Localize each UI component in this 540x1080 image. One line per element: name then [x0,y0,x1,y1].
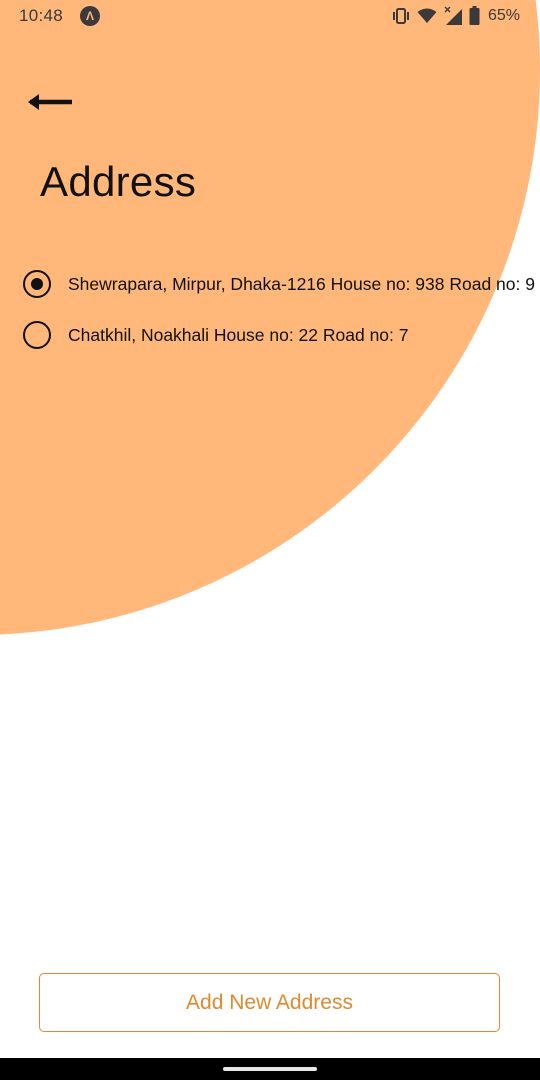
address-label: Chatkhil, Noakhali House no: 22 Road no:… [68,324,409,345]
arrow-left-icon [28,94,72,110]
app-notification-icon: Λ [80,6,100,26]
signal-icon [443,6,463,26]
status-time: 10:48 [19,6,64,25]
status-bar: 10:48 Λ 65% [0,0,540,34]
add-new-address-button[interactable]: Add New Address [39,973,500,1032]
home-indicator[interactable] [223,1067,317,1071]
address-option[interactable]: Shewrapara, Mirpur, Dhaka-1216 House no:… [23,262,540,306]
back-button[interactable] [22,84,78,120]
navigation-bar [0,1058,540,1080]
page-title: Address [40,158,197,205]
wifi-icon [417,7,437,25]
status-icons: 65% [391,5,520,27]
radio-selected-icon[interactable] [23,270,51,298]
vibrate-icon [391,7,411,25]
battery-icon [469,6,480,26]
battery-percent: 65% [487,7,520,24]
address-screen: 10:48 Λ 65% Address Shewrapara, Mirpur, … [0,0,540,1080]
address-label: Shewrapara, Mirpur, Dhaka-1216 House no:… [68,273,535,294]
radio-unselected-icon[interactable] [23,321,51,349]
address-option[interactable]: Chatkhil, Noakhali House no: 22 Road no:… [23,313,540,357]
